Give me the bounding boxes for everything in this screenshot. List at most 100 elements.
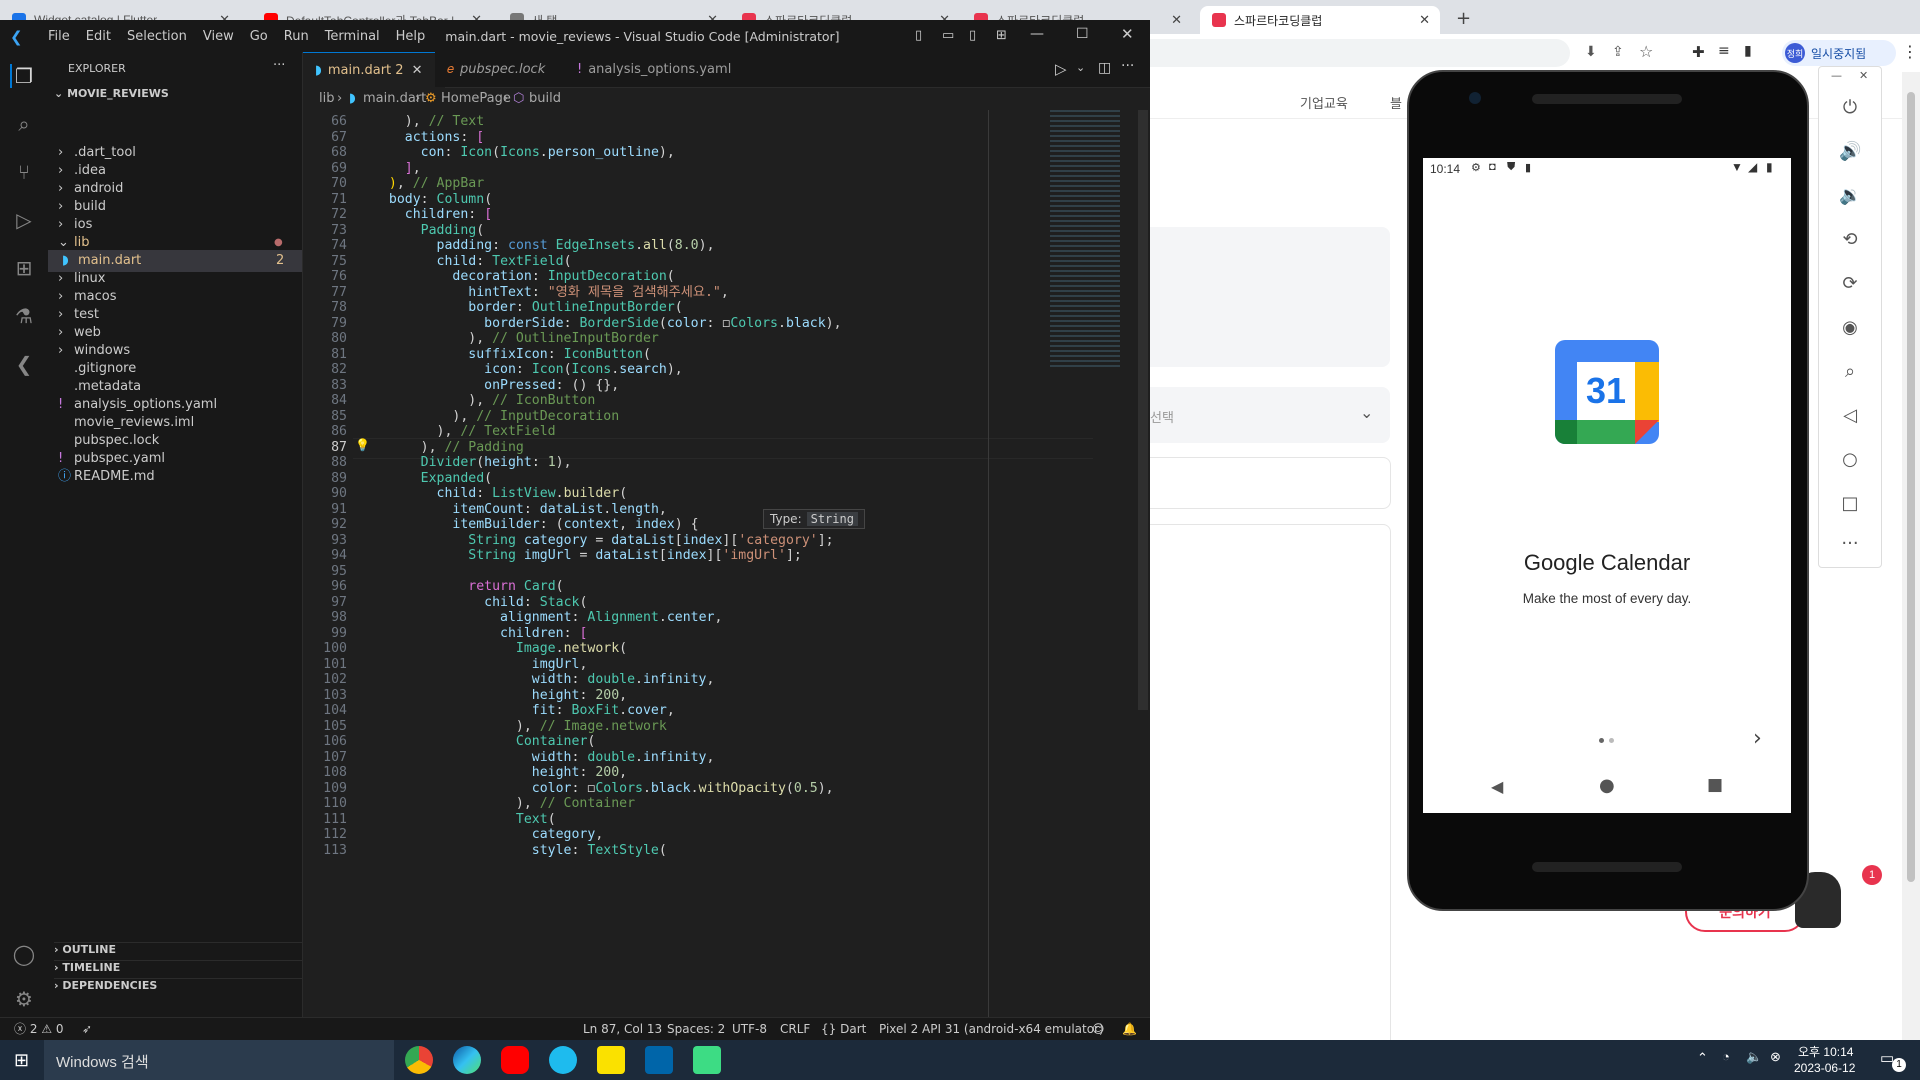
layout-panel-icon[interactable]: ▭ [942,28,954,43]
android-emulator-icon[interactable] [693,1046,721,1074]
menu-item[interactable]: File [40,29,78,44]
run-debug-icon[interactable]: ▷ [12,208,36,232]
split-editor-icon[interactable]: ◫ [1098,60,1111,76]
chevron-right-icon[interactable]: › [1753,726,1762,751]
lightbulb-icon[interactable]: 💡 [355,438,370,452]
device-selector[interactable]: Pixel 2 API 31 (android-x64 emulator) [879,1018,1104,1040]
eol[interactable]: CRLF [780,1018,810,1040]
more-icon[interactable]: ··· [1839,533,1861,555]
flutter-icon[interactable]: ❮ [12,352,36,376]
gear-icon[interactable]: ⚙ [12,987,36,1011]
chevron-down-icon[interactable]: ⌄ [1076,61,1085,74]
editor-tab[interactable]: ! analysis_options.yaml [565,52,773,87]
layout-secondary-icon[interactable]: ▯ [969,28,976,43]
back-icon[interactable]: ◀ [1491,777,1503,796]
minimize-icon[interactable]: — [1030,26,1044,42]
layout-sidebar-icon[interactable]: ▯ [915,28,922,43]
vscode-icon[interactable] [645,1046,673,1074]
install-icon[interactable]: ⬇ [1585,44,1597,60]
taskbar-search[interactable]: Windows 검색 [44,1040,394,1080]
recents-icon[interactable]: ■ [1707,775,1723,795]
editor-tab[interactable]: 𝑒 pubspec.lock [435,52,575,87]
overview-icon[interactable]: □ [1839,493,1861,515]
close-icon[interactable]: ✕ [412,63,423,78]
chrome-tab[interactable]: 스파르타코딩클럽 ✕ [1200,6,1440,34]
indentation[interactable]: Spaces: 2 [667,1018,725,1040]
sidebar-section-timeline[interactable]: › TIMELINE [54,960,302,974]
new-tab-icon[interactable]: + [1456,8,1471,29]
profile-chip[interactable]: 정희 일시중지됨 [1782,40,1896,66]
breadcrumb-item[interactable]: build [529,88,561,110]
share-icon[interactable]: ⇪ [1612,44,1624,60]
code-line[interactable]: style: TextStyle( [373,841,667,860]
home-icon[interactable]: ● [1599,775,1615,796]
close-icon[interactable]: ✕ [1121,25,1134,43]
close-icon[interactable]: ✕ [1859,69,1868,82]
chrome-address-bar[interactable] [1150,39,1570,67]
nav-link[interactable]: 블 [1390,93,1402,112]
reading-list-icon[interactable]: ≡ [1718,43,1730,59]
menu-item[interactable]: Selection [119,29,195,44]
project-root[interactable]: ⌄ MOVIE_REVIEWS [54,87,169,100]
scrollbar-thumb[interactable] [1907,92,1915,882]
extensions-icon[interactable]: ✚ [1692,43,1705,61]
sidebar-section-outline[interactable]: › OUTLINE [54,942,302,956]
volume-down-icon[interactable]: 🔉 [1839,185,1861,207]
menu-item[interactable]: View [195,29,242,44]
home-icon[interactable]: ○ [1839,449,1861,471]
zoom-icon[interactable]: ⌕ [1839,361,1861,383]
nav-link[interactable]: 기업교육 [1300,93,1348,112]
menu-item[interactable]: Terminal [317,29,388,44]
account-icon[interactable]: ◯ [12,942,36,966]
rotate-left-icon[interactable]: ⟲ [1839,229,1861,251]
back-icon[interactable]: ◁ [1839,405,1861,427]
code-line[interactable]: String imgUrl = dataList[index]['imgUrl'… [373,546,802,565]
page-select[interactable]: 선택 ⌄ [1150,387,1390,443]
side-panel-icon[interactable]: ▮ [1744,43,1752,59]
code-editor[interactable]: 💡 66 ), // Text 67 actions: [68 con: Icon… [303,110,1150,1017]
breadcrumb-item[interactable]: lib [319,88,334,110]
layout-customize-icon[interactable]: ⊞ [996,28,1007,43]
minimap[interactable] [1045,110,1140,410]
maximize-icon[interactable]: ☐ [1076,26,1089,42]
chrome-menu-icon[interactable]: ⋮ [1902,42,1918,61]
source-control-icon[interactable]: ⑂ [12,160,36,184]
youtube-icon[interactable] [501,1046,529,1074]
windows-start-icon[interactable]: ⊞ [14,1050,29,1071]
language-mode[interactable]: {} Dart [821,1018,866,1040]
kakaotalk-icon[interactable] [597,1046,625,1074]
tray-chevron-icon[interactable]: ⌃ [1697,1050,1708,1066]
clock-date[interactable]: 2023-06-12 [1794,1061,1855,1075]
camera-icon[interactable]: ◉ [1839,317,1861,339]
internet-explorer-icon[interactable] [549,1046,577,1074]
menu-item[interactable]: Run [276,29,317,44]
chrome-icon[interactable] [405,1046,433,1074]
problems-status[interactable]: ⓧ 2 ⚠ 0 [14,1018,64,1040]
bookmark-star-icon[interactable]: ☆ [1639,42,1653,61]
extensions-icon[interactable]: ⊞ [12,256,36,280]
wifi-icon[interactable]: ◔ [1722,1049,1730,1064]
page-scrollbar[interactable] [1902,72,1920,1040]
edge-icon[interactable] [453,1046,481,1074]
menu-item[interactable]: Edit [78,29,119,44]
rotate-right-icon[interactable]: ⟳ [1839,273,1861,295]
menu-item[interactable]: Go [242,29,276,44]
volume-up-icon[interactable]: 🔊 [1839,141,1861,163]
close-icon[interactable]: ✕ [1419,12,1430,28]
ime-icon[interactable]: ⊗ [1770,1049,1781,1065]
bell-icon[interactable]: 🔔 [1122,1018,1137,1040]
search-icon[interactable]: ⌕ [12,112,36,136]
explorer-icon[interactable]: ❐ [10,64,36,88]
menu-item[interactable]: Help [388,29,434,44]
feedback-icon[interactable]: ☺ [1092,1018,1105,1040]
breadcrumb-item[interactable]: HomePage [441,88,511,110]
more-actions-icon[interactable]: ··· [273,58,285,73]
page-input[interactable] [1150,457,1391,509]
more-actions-icon[interactable]: ··· [1121,58,1134,74]
volume-icon[interactable]: 🔈 [1746,1049,1762,1065]
sidebar-section-dependencies[interactable]: › DEPENDENCIES [54,978,302,992]
power-icon[interactable]: ⏻ [1839,97,1861,119]
editor-tab[interactable]: ◗ main.dart 2 ✕ [303,52,445,88]
emulator-screen[interactable]: 10:14 ⚙ ◘ ⛊ ▮ ▼ ◢ ▮ 31 Google Calendar M… [1423,158,1791,813]
cursor-position[interactable]: Ln 87, Col 13 [583,1018,662,1040]
